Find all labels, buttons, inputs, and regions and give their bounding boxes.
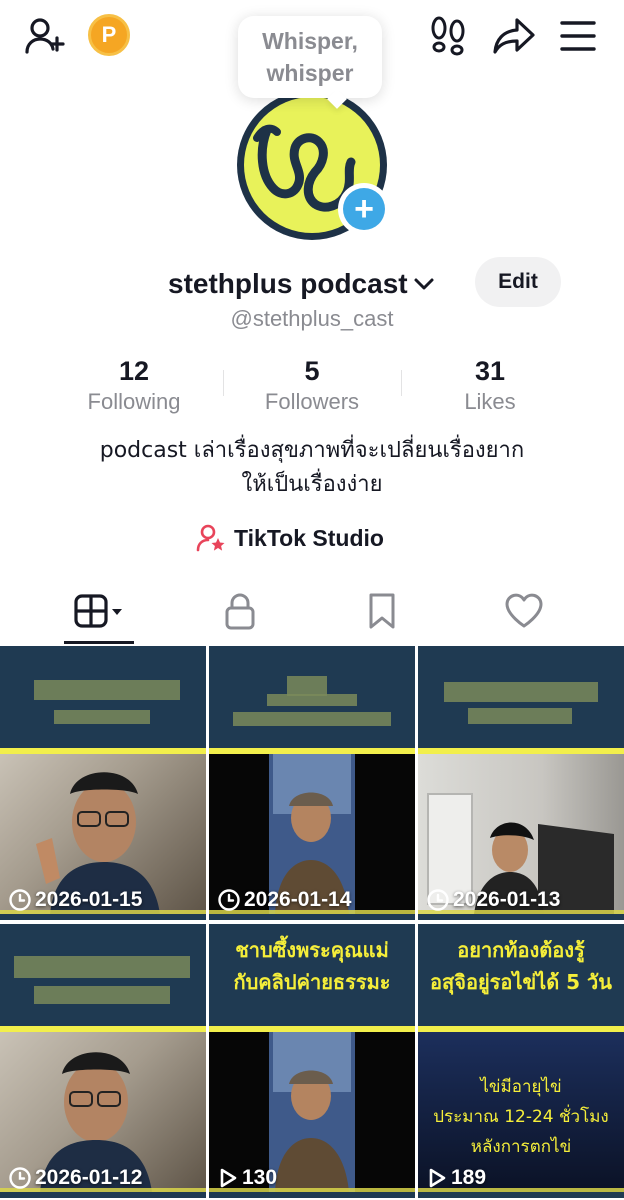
video-caption: ไข่มีอายุไข่ ประมาณ 12-24 ชั่วโมง หลังกา… — [426, 1072, 616, 1162]
tooltip-line-1: Whisper, — [262, 28, 358, 54]
coin-letter: P — [101, 22, 117, 47]
heart-icon — [505, 593, 543, 628]
video-grid: 2026-01-15 2026-01-14 2026-01-13 2026-01… — [0, 646, 624, 1200]
video-views: 189 — [451, 1166, 487, 1189]
video-overlay: 2026-01-13 — [426, 888, 560, 912]
chevron-down-icon — [414, 278, 434, 290]
blurred-header — [0, 646, 206, 748]
video-overlay: 130 — [217, 1166, 277, 1190]
video-title-header: ชาบซึ้งพระคุณแม่ กับคลิปค่ายธรรมะ — [209, 924, 415, 1026]
stat-label: Followers — [264, 389, 360, 414]
video-tile[interactable]: 2026-01-13 — [418, 646, 624, 920]
stat-followers[interactable]: 5 Followers — [223, 354, 401, 416]
tiktok-studio-link[interactable]: TikTok Studio — [196, 520, 384, 556]
profile-stats: 12 Following 5 Followers 31 Likes — [0, 354, 624, 418]
play-icon — [220, 1168, 237, 1188]
lock-icon — [225, 593, 255, 630]
video-overlay: 2026-01-12 — [8, 1166, 142, 1190]
menu-icon[interactable] — [554, 12, 602, 60]
stat-label: Following — [87, 389, 181, 414]
add-avatar-button[interactable]: + — [338, 183, 390, 235]
video-title-line-1: ชาบซึ้งพระคุณแม่ — [235, 938, 389, 962]
tab-saved[interactable] — [322, 580, 442, 642]
add-friend-icon[interactable] — [20, 12, 68, 60]
video-caption-line-2: ประมาณ 12-24 ชั่วโมง — [433, 1107, 609, 1127]
blurred-header — [0, 924, 206, 1026]
video-title-header: อยากท้องต้องรู้ อสุจิอยู่รอไข่ได้ 5 วัน — [418, 924, 624, 1026]
video-overlay: 189 — [426, 1166, 486, 1190]
video-caption-line-1: ไข่มีอายุไข่ — [480, 1077, 562, 1097]
video-caption-line-3: หลังการตกไข่ — [470, 1137, 572, 1157]
stat-value: 5 — [304, 356, 320, 386]
studio-label: TikTok Studio — [234, 524, 384, 551]
stat-divider — [401, 370, 402, 396]
tab-liked[interactable] — [464, 580, 584, 642]
profile-username: stethplus podcast — [168, 268, 408, 299]
video-views: 130 — [242, 1166, 278, 1189]
edit-profile-button[interactable]: Edit — [475, 257, 561, 307]
blurred-header — [418, 646, 624, 748]
video-overlay: 2026-01-15 — [8, 888, 142, 912]
video-tile[interactable]: อยากท้องต้องรู้ อสุจิอยู่รอไข่ได้ 5 วัน … — [418, 924, 624, 1198]
stat-label: Likes — [464, 389, 516, 414]
profile-handle: @stethplus_cast — [230, 306, 394, 331]
video-tile[interactable]: 2026-01-14 — [209, 646, 415, 920]
video-overlay: 2026-01-14 — [217, 888, 351, 912]
footprints-icon[interactable] — [424, 12, 472, 60]
play-icon — [429, 1168, 446, 1188]
bio-line-2: ให้เป็นเรื่องง่าย — [241, 472, 383, 497]
studio-person-star-icon — [196, 524, 225, 552]
video-title-line-2: กับคลิปค่ายธรรมะ — [233, 970, 391, 994]
video-title-line-2: อสุจิอยู่รอไข่ได้ 5 วัน — [430, 970, 612, 994]
bookmark-icon — [369, 593, 395, 629]
clock-icon — [9, 889, 31, 911]
stat-likes[interactable]: 31 Likes — [401, 354, 579, 416]
video-date: 2026-01-14 — [244, 888, 352, 911]
video-title: ชาบซึ้งพระคุณแม่ กับคลิปค่ายธรรมะ — [215, 934, 409, 998]
stat-divider — [223, 370, 224, 396]
whisper-tooltip: Whisper, whisper — [238, 16, 382, 98]
video-tile[interactable]: ชาบซึ้งพระคุณแม่ กับคลิปค่ายธรรมะ 130 — [209, 924, 415, 1198]
stat-value: 12 — [118, 356, 150, 386]
clock-icon — [9, 1167, 31, 1189]
clock-icon — [218, 889, 240, 911]
tab-private[interactable] — [180, 580, 300, 642]
blurred-header — [209, 646, 415, 748]
video-date: 2026-01-15 — [35, 888, 143, 911]
coin-badge[interactable]: P — [88, 14, 130, 56]
video-date: 2026-01-12 — [35, 1166, 143, 1189]
stat-value: 31 — [474, 356, 506, 386]
active-tab-indicator — [64, 641, 134, 644]
plus-icon: + — [343, 188, 385, 230]
tab-videos[interactable] — [38, 580, 158, 642]
clock-icon — [427, 889, 449, 911]
video-tile[interactable]: 2026-01-12 — [0, 924, 206, 1198]
share-icon[interactable] — [490, 12, 538, 60]
video-title: อยากท้องต้องรู้ อสุจิอยู่รอไข่ได้ 5 วัน — [424, 934, 618, 998]
video-date: 2026-01-13 — [453, 888, 561, 911]
tooltip-line-2: whisper — [266, 60, 354, 86]
bio-line-1: podcast เล่าเรื่องสุขภาพที่จะเปลี่ยนเรื่… — [99, 438, 525, 463]
profile-bio: podcast เล่าเรื่องสุขภาพที่จะเปลี่ยนเรื่… — [40, 434, 584, 502]
video-title-line-1: อยากท้องต้องรู้ — [457, 938, 585, 962]
video-tile[interactable]: 2026-01-15 — [0, 646, 206, 920]
stat-following[interactable]: 12 Following — [45, 354, 223, 416]
grid-icon — [74, 594, 122, 628]
account-switcher[interactable]: stethplus podcast — [168, 262, 436, 306]
content-tabs — [0, 580, 624, 644]
